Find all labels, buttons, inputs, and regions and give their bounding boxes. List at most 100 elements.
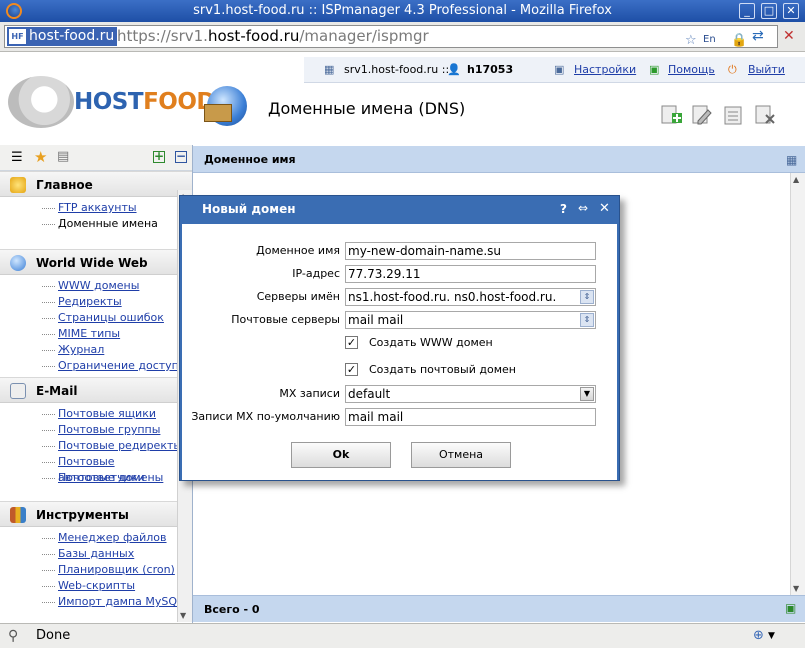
url-scheme: https://srv1. — [117, 27, 208, 45]
help-link[interactable]: Помощь — [668, 63, 715, 76]
server-name: srv1.host-food.ru :: — [344, 63, 450, 76]
mx-records-label: MX записи — [279, 387, 340, 400]
sidebar-section-www: World Wide Web WWW домены Редиректы Стра… — [0, 249, 192, 377]
sidebar-item-www-domains[interactable]: WWW домены — [42, 278, 192, 294]
menu-list-icon[interactable]: ☰ — [11, 150, 23, 165]
sidebar-item-mailboxes[interactable]: Почтовые ящики — [42, 406, 192, 422]
create-mail-label: Создать почтовый домен — [369, 363, 516, 376]
chevron-down-icon[interactable]: ▼ — [580, 387, 594, 401]
collapse-all-icon[interactable]: − — [175, 150, 187, 163]
name-servers-label: Серверы имён — [256, 290, 340, 303]
mail-servers-label: Почтовые серверы — [231, 313, 340, 326]
chevron-down-icon[interactable]: ▼ — [768, 624, 775, 648]
sidebar-item-domains[interactable]: Доменные имена — [42, 216, 192, 232]
page-title: Доменные имена (DNS) — [268, 99, 466, 118]
cancel-button[interactable]: Отмена — [411, 442, 511, 468]
language-indicator[interactable]: En — [703, 29, 716, 50]
logout-link[interactable]: Выйти — [748, 63, 785, 76]
minimize-button[interactable]: _ — [739, 3, 755, 19]
user-toolbar: ▦ srv1.host-food.ru :: 👤 h17053 ▣ Настро… — [304, 57, 805, 83]
reload-icon[interactable]: ⇄ — [752, 28, 764, 44]
dialog-resize-icon[interactable]: ⇔ — [578, 201, 588, 215]
site-identity-button[interactable]: HF host-food.ru — [7, 27, 118, 46]
spinner-icon[interactable]: ⇕ — [580, 290, 594, 304]
site-identity-label: host-food.ru — [29, 28, 115, 44]
zoom-icon[interactable]: ⊕ — [753, 624, 764, 648]
sidebar-item-error-pages[interactable]: Страницы ошибок — [42, 310, 192, 326]
column-header-domain[interactable]: Доменное имя — [193, 146, 805, 173]
sidebar-section-main: Главное FTP аккаунты Доменные имена — [0, 171, 192, 249]
user-icon: 👤 — [447, 63, 461, 76]
scroll-down-icon[interactable]: ▼ — [793, 584, 799, 593]
default-mx-input[interactable]: mail mail — [345, 408, 596, 426]
sidebar-item-file-manager[interactable]: Менеджер файлов — [42, 530, 192, 546]
close-window-button[interactable]: ✕ — [783, 3, 799, 19]
sidebar-item-mime-types[interactable]: MIME типы — [42, 326, 192, 342]
window-title: srv1.host-food.ru :: ISPmanager 4.3 Prof… — [193, 3, 612, 18]
create-mail-checkbox[interactable]: ✓ — [345, 363, 358, 376]
stop-icon[interactable]: ✕ — [783, 28, 795, 44]
sidebar-item-mail-redirects[interactable]: Почтовые редиректы — [42, 438, 192, 454]
briefcase-icon[interactable]: ▤ — [57, 149, 69, 164]
expand-all-icon[interactable]: + — [153, 150, 165, 163]
bookmark-star-icon[interactable]: ☆ — [685, 30, 697, 51]
domain-name-label: Доменное имя — [256, 244, 340, 257]
ok-button[interactable]: Ok — [291, 442, 391, 468]
maximize-button[interactable]: □ — [761, 3, 777, 19]
table-settings-icon[interactable]: ▦ — [786, 153, 797, 167]
sidebar-item-mail-domains[interactable]: Почтовые домены — [42, 470, 192, 486]
dialog-help-icon[interactable]: ? — [560, 202, 567, 216]
sidebar-section-header[interactable]: World Wide Web — [0, 249, 192, 275]
ip-address-input[interactable]: 77.73.29.11 — [345, 265, 596, 283]
domain-name-input[interactable]: my-new-domain-name.su — [345, 242, 596, 260]
sidebar-section-email: E-Mail Почтовые ящики Почтовые группы По… — [0, 377, 192, 501]
search-icon: ⚲ — [8, 628, 19, 644]
help-icon: ▣ — [649, 63, 660, 76]
add-record-icon[interactable] — [659, 104, 683, 126]
sidebar-item-web-scripts[interactable]: Web-скрипты — [42, 578, 192, 594]
logout-icon: ⏻ — [728, 63, 737, 76]
dialog-title: Новый домен — [202, 202, 296, 216]
create-www-checkbox[interactable]: ✓ — [345, 336, 358, 349]
settings-link[interactable]: Настройки — [574, 63, 636, 76]
logo-disc-icon — [8, 76, 74, 128]
sidebar-section-header[interactable]: Инструменты — [0, 501, 192, 527]
sidebar-section-header[interactable]: Главное — [0, 171, 192, 197]
sidebar-item-access-limit[interactable]: Ограничение доступа — [42, 358, 192, 374]
excel-export-icon[interactable]: ▣ — [785, 601, 796, 615]
sidebar-item-mysql-import[interactable]: Импорт дампа MySQL — [42, 594, 192, 610]
list-records-icon[interactable] — [721, 104, 745, 126]
sidebar-item-log[interactable]: Журнал — [42, 342, 192, 358]
mx-records-select[interactable]: default ▼ — [345, 385, 596, 403]
mail-servers-input[interactable]: mail mail ⇕ — [345, 311, 596, 329]
delete-record-icon[interactable] — [753, 104, 777, 126]
dialog-close-icon[interactable]: ✕ — [599, 201, 610, 216]
scroll-down-icon[interactable]: ▼ — [180, 611, 186, 620]
navigation-bar: HF host-food.ru https://srv1.host-food.r… — [0, 22, 805, 52]
sidebar-item-databases[interactable]: Базы данных — [42, 546, 192, 562]
home-icon — [10, 177, 26, 193]
sidebar-item-cron[interactable]: Планировщик (cron) — [42, 562, 192, 578]
sidebar-item-redirects[interactable]: Редиректы — [42, 294, 192, 310]
sidebar-section-header[interactable]: E-Mail — [0, 377, 192, 403]
url-path: /manager/ispmgr — [299, 27, 429, 45]
lock-icon[interactable]: 🔒 — [731, 30, 747, 51]
spinner-icon[interactable]: ⇕ — [580, 313, 594, 327]
sidebar-item-mail-groups[interactable]: Почтовые группы — [42, 422, 192, 438]
mail-icon — [10, 383, 26, 399]
status-text: Done — [36, 628, 71, 643]
sidebar-section-tools: Инструменты Менеджер файлов Базы данных … — [0, 501, 192, 618]
scroll-up-icon[interactable]: ▲ — [793, 175, 799, 184]
window-titlebar: srv1.host-food.ru :: ISPmanager 4.3 Prof… — [0, 0, 805, 22]
sidebar-item-autoresponders[interactable]: Почтовые автоответчики — [42, 454, 192, 484]
sidebar-item-ftp[interactable]: FTP аккаунты — [42, 200, 192, 216]
favorites-star-icon[interactable]: ★ — [34, 148, 47, 166]
main-scrollbar[interactable]: ▲ ▼ — [790, 173, 805, 595]
site-favicon-icon: HF — [9, 29, 26, 44]
edit-record-icon[interactable] — [690, 104, 714, 126]
url-host: host-food.ru — [207, 27, 300, 45]
url-field[interactable]: HF host-food.ru https://srv1.host-food.r… — [4, 25, 778, 48]
name-servers-input[interactable]: ns1.host-food.ru. ns0.host-food.ru. ⇕ — [345, 288, 596, 306]
status-bar: ⚲ Done ⊕ ▼ — [0, 623, 805, 648]
sidebar-toolbar: ☰ ★ ▤ + − — [0, 145, 192, 171]
